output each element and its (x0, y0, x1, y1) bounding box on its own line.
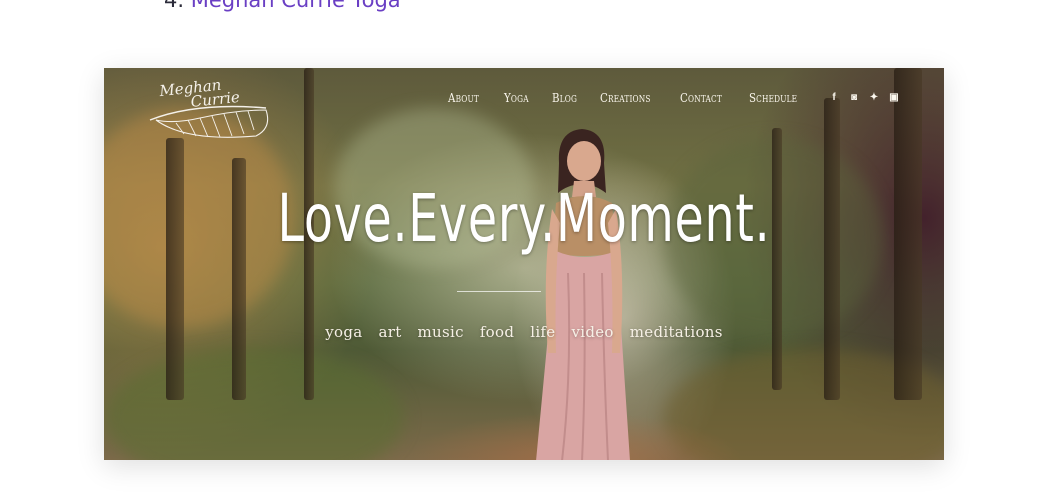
foliage-blur (104, 348, 404, 460)
category-nav: yoga art music food life video meditatio… (104, 323, 944, 341)
category-food[interactable]: food (480, 323, 514, 341)
youtube-icon[interactable]: ▣ (888, 92, 900, 103)
social-links: f ◙ ✦ ▣ (828, 92, 900, 103)
logo-line-2: Currie (189, 87, 241, 111)
category-life[interactable]: life (530, 323, 555, 341)
hero-divider (457, 291, 541, 292)
heading-link[interactable]: Meghan Currie Yoga (191, 0, 401, 12)
nav-yoga[interactable]: Yoga (504, 90, 529, 105)
website-screenshot: Meghan Currie About Yoga Blog Creations … (104, 68, 944, 460)
twitter-icon[interactable]: ✦ (868, 92, 880, 103)
category-meditations[interactable]: meditations (630, 323, 723, 341)
list-number: 4. (164, 0, 185, 12)
nav-blog[interactable]: Blog (552, 90, 577, 105)
nav-about[interactable]: About (448, 90, 479, 105)
nav-schedule[interactable]: Schedule (749, 90, 797, 105)
category-video[interactable]: video (571, 323, 613, 341)
tree-trunk (166, 138, 184, 400)
tree-trunk (894, 68, 922, 400)
nav-contact[interactable]: Contact (680, 90, 722, 105)
nav-creations[interactable]: Creations (600, 90, 651, 105)
hero-title: Love.Every.Moment. (277, 180, 771, 257)
tree-trunk (772, 128, 782, 390)
logo-text: Meghan Currie (159, 76, 241, 112)
instagram-icon[interactable]: ◙ (848, 92, 860, 103)
site-nav: About Yoga Blog Creations Contact Schedu… (448, 90, 900, 105)
category-yoga[interactable]: yoga (325, 323, 362, 341)
facebook-icon[interactable]: f (828, 92, 840, 103)
article-heading: 4. Meghan Currie Yoga (164, 0, 401, 12)
category-music[interactable]: music (418, 323, 464, 341)
category-art[interactable]: art (378, 323, 401, 341)
